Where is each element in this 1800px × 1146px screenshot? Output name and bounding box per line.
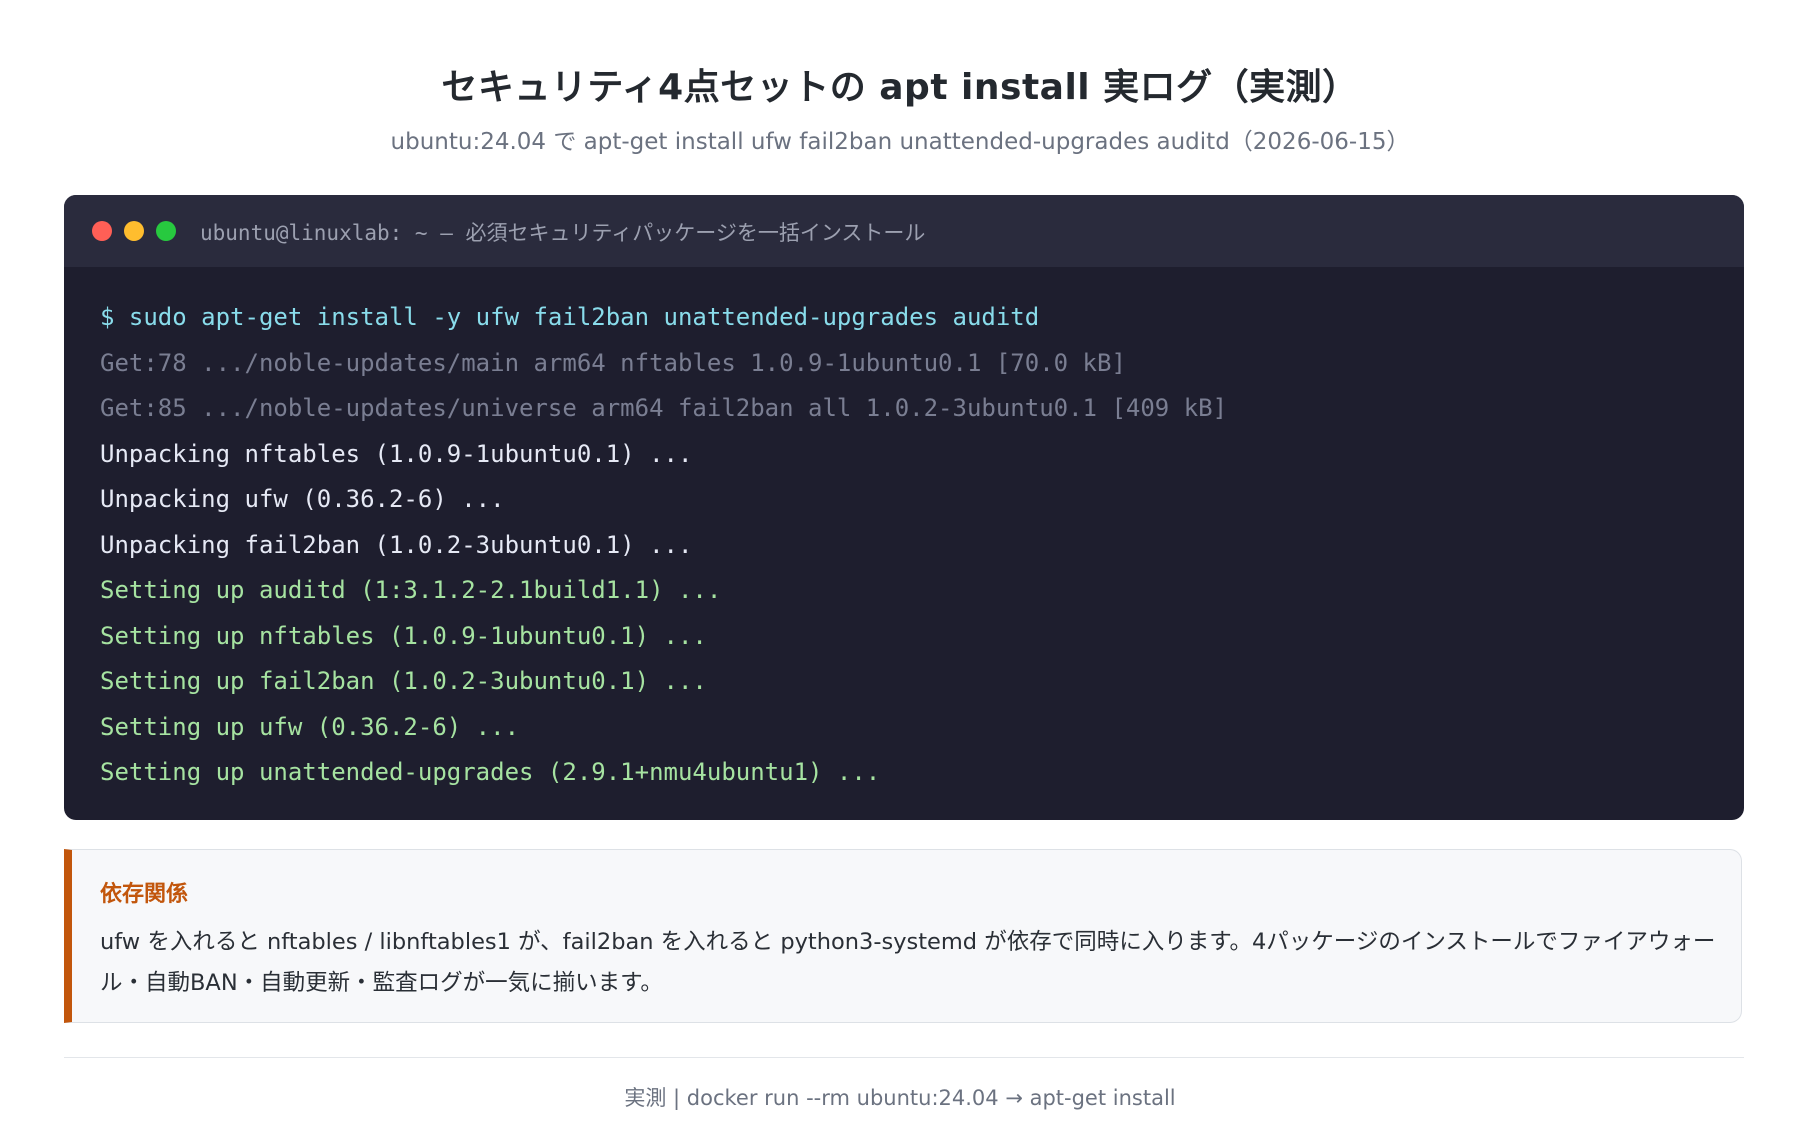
terminal-output-line: Unpacking ufw (0.36.2-6) ... [100, 485, 505, 513]
terminal-output-line: Setting up nftables (1.0.9-1ubuntu0.1) .… [100, 621, 707, 650]
page-title: セキュリティ4点セットの apt install 実ログ（実測） [441, 67, 1359, 108]
dependency-note-card: 依存関係 ufw を入れると nftables / libnftables1 が… [64, 849, 1742, 1023]
terminal-output-line: Unpacking fail2ban (1.0.2-3ubuntu0.1) ..… [100, 530, 693, 559]
terminal-output-line: Setting up ufw (0.36.2-6) ... [100, 712, 520, 741]
terminal-window[interactable]: ubuntu@linuxlab: ~ — 必須セキュリティパッケージを一括インス… [64, 195, 1744, 820]
note-text: ufw を入れると nftables / libnftables1 が、fail… [100, 929, 1716, 996]
terminal-output-line: Get:85 .../noble-updates/universe arm64 … [100, 394, 1228, 422]
terminal-title-bar[interactable]: ubuntu@linuxlab: ~ — 必須セキュリティパッケージを一括インス… [64, 195, 1744, 267]
footer-divider [64, 1057, 1744, 1058]
close-window-dot-icon[interactable] [92, 221, 112, 241]
terminal-command-line: $ sudo apt-get install -y ufw fail2ban u… [100, 303, 1040, 331]
terminal-output-line: Setting up fail2ban (1.0.2-3ubuntu0.1) .… [100, 667, 707, 695]
terminal-output: $ sudo apt-get install -y ufw fail2ban u… [100, 295, 1720, 796]
terminal-output-line: Get:78 .../noble-updates/main arm64 nfta… [100, 348, 1126, 377]
maximize-window-dot-icon[interactable] [156, 221, 176, 241]
page-subtitle: ubuntu:24.04 で apt-get install ufw fail2… [390, 129, 1410, 155]
terminal-output-line: Unpacking nftables (1.0.9-1ubuntu0.1) ..… [100, 439, 693, 468]
footer-caption: 実測 | docker run --rm ubuntu:24.04 → apt-… [624, 1086, 1176, 1110]
terminal-output-line: Setting up auditd (1:3.1.2-2.1build1.1) … [100, 576, 722, 604]
terminal-output-line: Setting up unattended-upgrades (2.9.1+nm… [100, 758, 881, 786]
note-title: 依存関係 [100, 882, 189, 907]
terminal-window-title: ubuntu@linuxlab: ~ — 必須セキュリティパッケージを一括インス… [200, 221, 926, 245]
page: セキュリティ4点セットの apt install 実ログ（実測） ubuntu:… [0, 0, 1800, 1146]
minimize-window-dot-icon[interactable] [124, 221, 144, 241]
